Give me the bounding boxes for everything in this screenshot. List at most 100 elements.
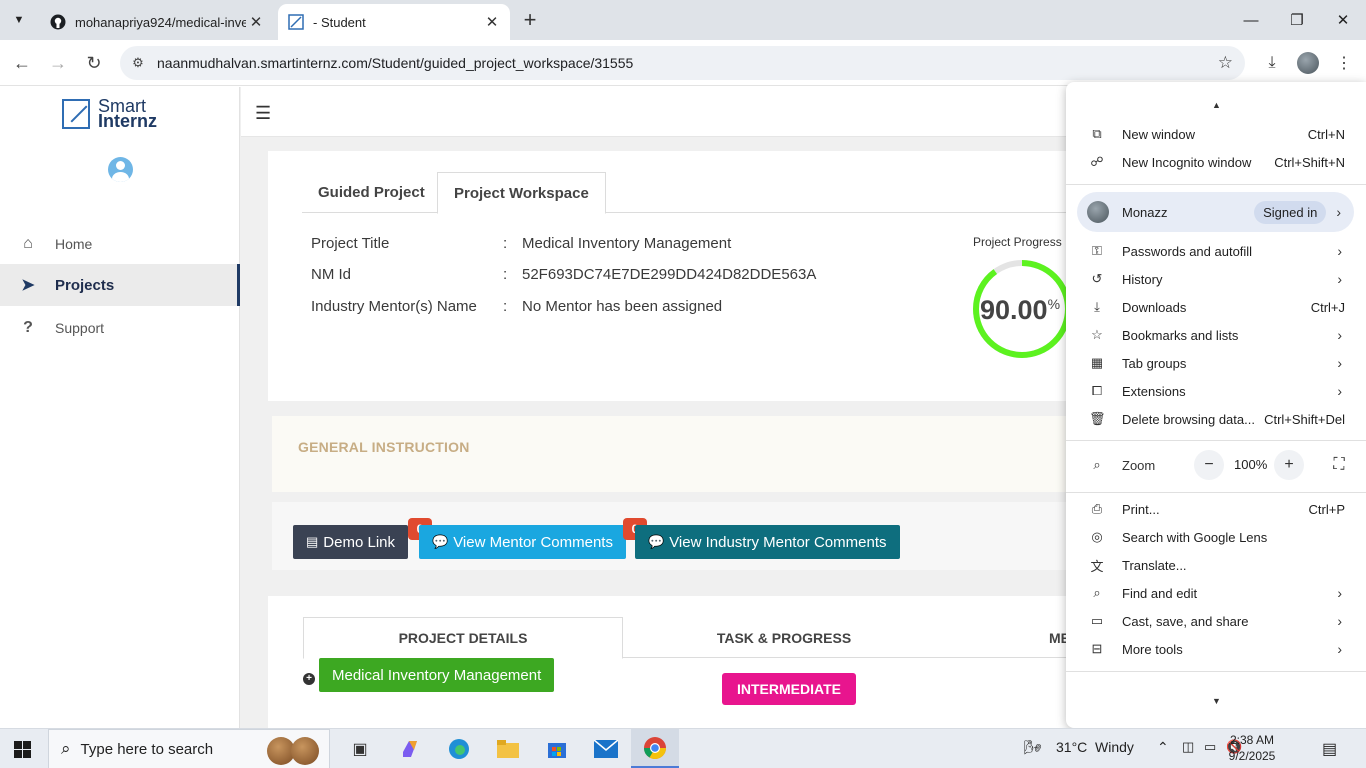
browser-tab-student[interactable]: - Student ✕ bbox=[278, 4, 510, 40]
toolbox-icon: ⊟ bbox=[1091, 641, 1103, 656]
demo-link-button[interactable]: ▤ Demo Link bbox=[293, 525, 408, 559]
notification-icon[interactable]: ▤ bbox=[1322, 739, 1337, 759]
weather-temp[interactable]: 31°C bbox=[1056, 739, 1087, 755]
menu-item-more-tools[interactable]: ⊟ More tools › bbox=[1066, 635, 1366, 663]
search-placeholder: Type here to search bbox=[80, 740, 214, 758]
url-text[interactable]: naanmudhalvan.smartinternz.com/Student/g… bbox=[157, 55, 633, 71]
menu-item-history[interactable]: ↺ History › bbox=[1066, 265, 1366, 293]
back-button[interactable]: ← bbox=[8, 49, 36, 77]
sidebar-item-label: Support bbox=[55, 320, 105, 336]
menu-item-new-incognito[interactable]: ☍ New Incognito window Ctrl+Shift+N bbox=[1066, 148, 1366, 176]
profile-avatar bbox=[1087, 201, 1109, 223]
zoom-in-button[interactable]: + bbox=[1274, 450, 1304, 480]
puzzle-icon: ⧠ bbox=[1091, 383, 1103, 398]
site-info-icon[interactable]: ⚙ bbox=[128, 53, 148, 73]
menu-item-label: New window bbox=[1122, 126, 1195, 142]
chrome-browser-icon[interactable] bbox=[631, 729, 679, 768]
close-tab-icon[interactable]: ✕ bbox=[482, 12, 502, 32]
chevron-right-icon: › bbox=[1337, 243, 1342, 259]
menu-item-cast-save-share[interactable]: ▭ Cast, save, and share › bbox=[1066, 607, 1366, 635]
menu-profile-row[interactable]: Monazz Signed in › bbox=[1077, 192, 1354, 232]
taskbar-clock[interactable]: 2:38 AM 9/2/2025 bbox=[1228, 732, 1276, 764]
close-tab-icon[interactable]: ✕ bbox=[246, 12, 266, 32]
bookmark-star-icon[interactable]: ☆ bbox=[1218, 53, 1233, 73]
camera-icon[interactable]: ◫ bbox=[1182, 739, 1194, 755]
tab-title: - Student bbox=[313, 14, 366, 30]
tab-project-workspace[interactable]: Project Workspace bbox=[437, 172, 606, 214]
general-instruction-card[interactable]: GENERAL INSTRUCTION bbox=[272, 416, 1172, 492]
menu-kebab-icon[interactable]: ⋮ bbox=[1330, 49, 1358, 77]
menu-item-tab-groups[interactable]: ▦ Tab groups › bbox=[1066, 349, 1366, 377]
minimize-button[interactable]: — bbox=[1228, 0, 1274, 40]
project-name-pill[interactable]: Medical Inventory Management bbox=[319, 658, 555, 692]
sidebar-item-projects[interactable]: ➤ Projects bbox=[0, 264, 240, 306]
menu-item-print[interactable]: ⎙ Print... Ctrl+P bbox=[1066, 495, 1366, 523]
browser-tab-strip: ▼ mohanapriya924/medical-inven ✕ - Stude… bbox=[0, 0, 1366, 40]
menu-item-label: Cast, save, and share bbox=[1122, 613, 1249, 629]
forward-button[interactable]: → bbox=[44, 49, 72, 77]
menu-item-passwords[interactable]: ⚿ Passwords and autofill › bbox=[1066, 237, 1366, 265]
new-tab-button[interactable]: + bbox=[518, 7, 542, 32]
general-instruction-heading[interactable]: GENERAL INSTRUCTION bbox=[298, 439, 470, 455]
menu-item-bookmarks[interactable]: ☆ Bookmarks and lists › bbox=[1066, 321, 1366, 349]
taskbar-search-box[interactable]: ⌕ Type here to search bbox=[48, 729, 330, 768]
tab-title: mohanapriya924/medical-inven bbox=[75, 14, 246, 30]
hamburger-menu-icon[interactable]: ☰ bbox=[255, 103, 271, 124]
file-explorer-icon[interactable] bbox=[484, 729, 532, 768]
menu-item-google-lens[interactable]: ◎ Search with Google Lens bbox=[1066, 523, 1366, 551]
translate-icon: 文 bbox=[1090, 558, 1104, 574]
mail-icon[interactable] bbox=[582, 729, 630, 768]
tab-search-button[interactable]: ▼ bbox=[6, 8, 32, 32]
tab-guided-project[interactable]: Guided Project bbox=[302, 172, 441, 213]
paper-plane-icon: ➤ bbox=[21, 277, 35, 294]
windows-start-icon[interactable] bbox=[14, 741, 31, 758]
profile-avatar-button[interactable] bbox=[1294, 49, 1322, 77]
task-view-icon[interactable]: ▣ bbox=[336, 729, 384, 768]
fullscreen-icon[interactable]: ⛶ bbox=[1324, 450, 1354, 480]
chevron-right-icon: › bbox=[1337, 613, 1342, 629]
address-bar[interactable]: ⚙ naanmudhalvan.smartinternz.com/Student… bbox=[120, 46, 1245, 80]
menu-item-translate[interactable]: 文 Translate... bbox=[1066, 551, 1366, 579]
progress-number: 90.00 bbox=[980, 295, 1048, 325]
view-mentor-comments-button[interactable]: 💬 View Mentor Comments bbox=[419, 525, 626, 559]
network-icon[interactable]: ▭ bbox=[1204, 739, 1216, 755]
menu-item-downloads[interactable]: ⤓ Downloads Ctrl+J bbox=[1066, 293, 1366, 321]
menu-item-label: Tab groups bbox=[1122, 355, 1187, 371]
history-icon: ↺ bbox=[1091, 271, 1103, 286]
scroll-up-icon[interactable]: ▲ bbox=[1212, 100, 1221, 110]
expand-plus-icon[interactable]: + bbox=[303, 673, 315, 685]
menu-item-find-edit[interactable]: ⌕ Find and edit › bbox=[1066, 579, 1366, 607]
menu-item-delete-browsing-data[interactable]: 🗑 Delete browsing data... Ctrl+Shift+Del bbox=[1066, 405, 1366, 433]
menu-item-new-window[interactable]: ⧉ New window Ctrl+N bbox=[1066, 120, 1366, 148]
zoom-out-button[interactable]: − bbox=[1194, 450, 1224, 480]
downloads-icon[interactable]: ⤓ bbox=[1258, 49, 1286, 77]
sidebar-item-home[interactable]: ⌂ Home bbox=[0, 223, 240, 265]
level-badge: INTERMEDIATE bbox=[722, 673, 856, 705]
edge-browser-icon[interactable] bbox=[435, 729, 483, 768]
close-window-button[interactable]: ✕ bbox=[1320, 0, 1366, 40]
search-icon: ⌕ bbox=[61, 739, 71, 758]
user-avatar[interactable] bbox=[108, 157, 133, 182]
field-label: NM Id bbox=[311, 266, 352, 283]
tab-project-details[interactable]: PROJECT DETAILS bbox=[303, 617, 623, 659]
field-colon: : bbox=[503, 298, 508, 315]
sidebar-item-support[interactable]: ? Support bbox=[0, 307, 240, 349]
browser-tab-github[interactable]: mohanapriya924/medical-inven ✕ bbox=[40, 4, 274, 40]
scroll-down-icon[interactable]: ▼ bbox=[1212, 696, 1221, 706]
menu-item-extensions[interactable]: ⧠ Extensions › bbox=[1066, 377, 1366, 405]
tab-task-progress[interactable]: TASK & PROGRESS bbox=[623, 617, 945, 658]
weather-desc[interactable]: Windy bbox=[1095, 739, 1134, 755]
view-industry-mentor-comments-button[interactable]: 💬 View Industry Mentor Comments bbox=[635, 525, 900, 559]
sidebar: Smart Internz ⌂ Home ➤ Projects ? Suppor… bbox=[0, 87, 240, 728]
view-industry-mentor-comments-label: View Industry Mentor Comments bbox=[669, 533, 887, 551]
nm-id-value: 52F693DC74E7DE299DD424D82DDE563A bbox=[522, 266, 817, 283]
copilot-icon[interactable] bbox=[386, 729, 434, 768]
restore-button[interactable]: ❐ bbox=[1274, 0, 1320, 40]
reload-button[interactable]: ↻ bbox=[80, 49, 108, 77]
chevron-right-icon: › bbox=[1337, 327, 1342, 343]
smartinternz-logo[interactable]: Smart Internz bbox=[62, 97, 157, 130]
microsoft-store-icon[interactable] bbox=[533, 729, 581, 768]
key-icon: ⚿ bbox=[1092, 243, 1102, 258]
weather-icon[interactable]: 🌬 bbox=[1024, 739, 1042, 756]
tray-overflow-chevron-icon[interactable]: ⌃ bbox=[1157, 739, 1169, 756]
